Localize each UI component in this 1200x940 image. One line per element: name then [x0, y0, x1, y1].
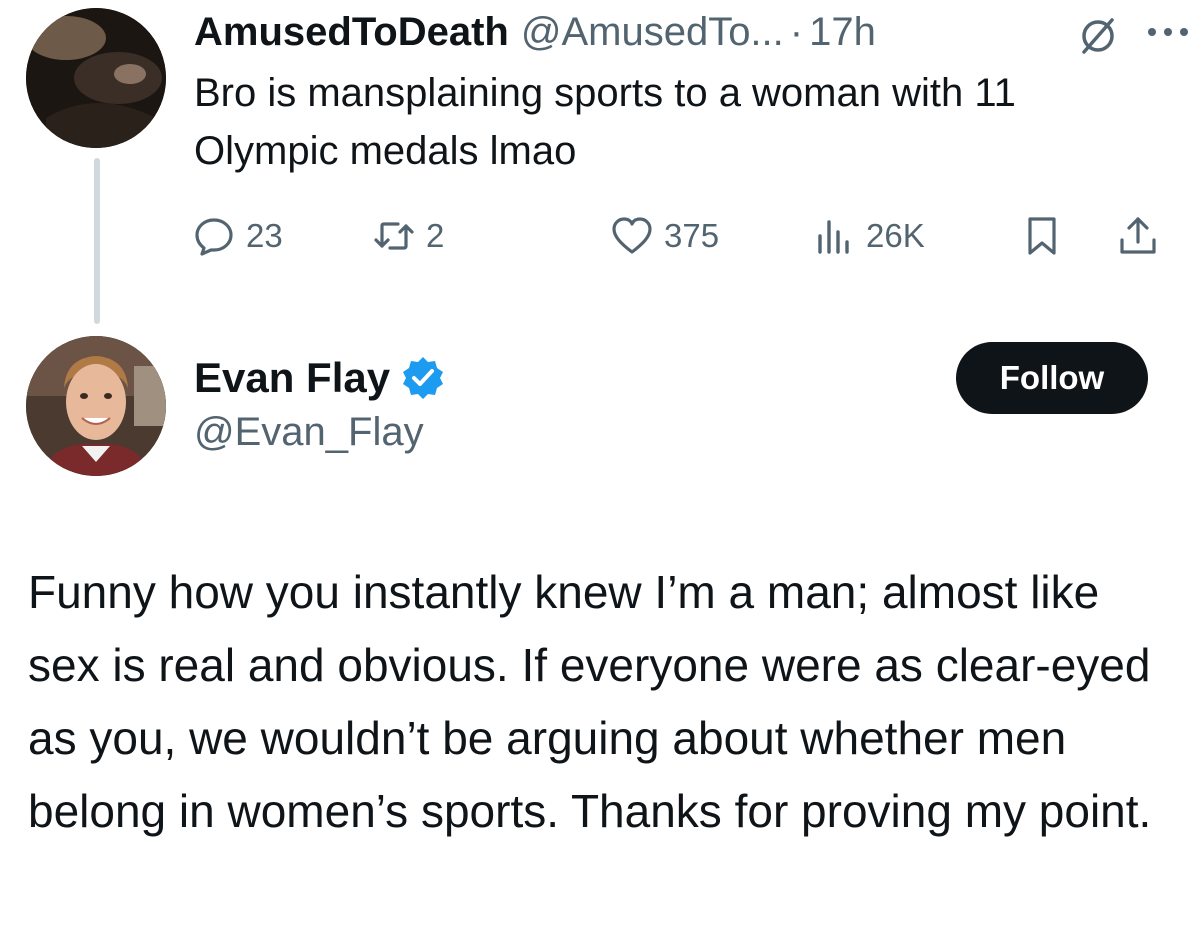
grok-icon[interactable] [1076, 14, 1120, 58]
separator-dot: · [789, 9, 804, 54]
retweet-button[interactable]: 2 [372, 206, 444, 266]
reply-handle[interactable]: @AmusedTo... [521, 10, 784, 55]
reply-button[interactable]: 23 [192, 206, 283, 266]
reply-action-bar: 23 2 375 26K [192, 206, 1172, 266]
reply-tweet-text: Bro is mansplaining sports to a woman wi… [194, 71, 1016, 173]
retweet-icon [374, 222, 414, 250]
main-author-name-row: Evan Flay [194, 346, 446, 410]
reply-header: AmusedToDeath @AmusedTo... · 17h [194, 4, 1170, 60]
follow-button[interactable]: Follow [956, 342, 1148, 414]
bookmark-button[interactable] [1020, 206, 1074, 266]
reply-icon [195, 218, 233, 256]
views-button[interactable]: 26K [812, 206, 925, 266]
reply-count: 23 [246, 217, 283, 254]
like-button[interactable]: 375 [610, 206, 719, 266]
main-display-name[interactable]: Evan Flay [194, 354, 390, 402]
thread-connector-line [94, 158, 100, 324]
main-handle[interactable]: @Evan_Flay [194, 410, 424, 455]
main-tweet-text: Funny how you instantly knew I’m a man; … [28, 566, 1152, 837]
retweet-count: 2 [426, 217, 445, 254]
more-options-icon[interactable] [1144, 20, 1192, 44]
share-button[interactable] [1116, 206, 1170, 266]
main-author-avatar[interactable] [26, 336, 166, 476]
like-count: 375 [664, 217, 720, 254]
share-icon [1120, 217, 1156, 254]
verified-badge-icon[interactable] [400, 355, 446, 401]
bookmark-icon [1028, 217, 1056, 255]
views-count: 26K [866, 217, 925, 254]
like-icon [612, 217, 652, 254]
reply-display-name[interactable]: AmusedToDeath [194, 10, 509, 55]
views-icon [818, 220, 849, 254]
reply-timestamp[interactable]: 17h [809, 10, 876, 55]
reply-author-avatar[interactable] [26, 8, 166, 148]
